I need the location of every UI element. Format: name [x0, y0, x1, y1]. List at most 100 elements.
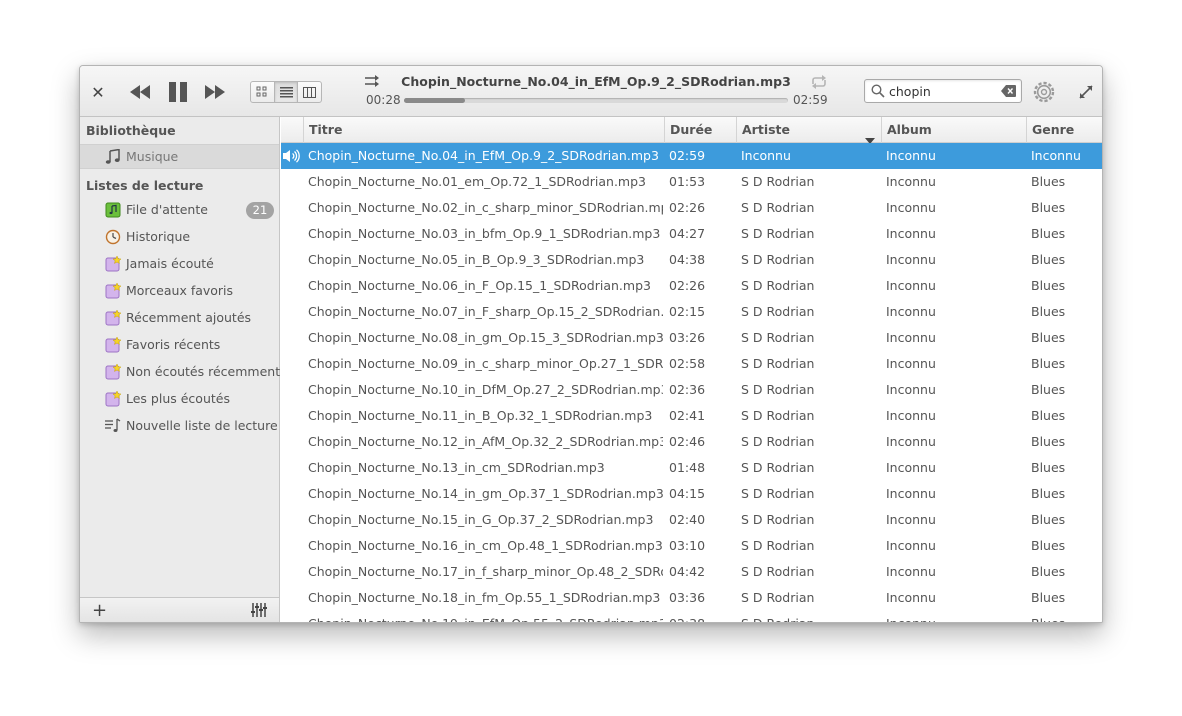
- column-header-genre[interactable]: Genre: [1026, 117, 1102, 143]
- track-title: Chopin_Nocturne_No.14_in_gm_Op.37_1_SDRo…: [308, 486, 663, 501]
- track-title: Chopin_Nocturne_No.16_in_cm_Op.48_1_SDRo…: [308, 538, 663, 553]
- seek-bar[interactable]: [404, 98, 788, 103]
- track-album: Inconnu: [886, 460, 936, 475]
- table-row[interactable]: Chopin_Nocturne_No.10_in_DfM_Op.27_2_SDR…: [281, 377, 1102, 403]
- sidebar-item-history[interactable]: Historique: [80, 225, 279, 250]
- sidebar-item-new-playlist[interactable]: Nouvelle liste de lecture: [80, 414, 279, 439]
- table-row[interactable]: Chopin_Nocturne_No.18_in_fm_Op.55_1_SDRo…: [281, 585, 1102, 611]
- playlists-heading: Listes de lecture: [86, 178, 204, 193]
- close-icon[interactable]: ✕: [86, 80, 110, 104]
- table-row[interactable]: Chopin_Nocturne_No.02_in_c_sharp_minor_S…: [281, 195, 1102, 221]
- pause-icon[interactable]: [164, 78, 192, 106]
- column-header-duration[interactable]: Durée: [664, 117, 736, 143]
- table-row[interactable]: Chopin_Nocturne_No.17_in_f_sharp_minor_O…: [281, 559, 1102, 585]
- smart-playlist-icon: [105, 363, 122, 380]
- headerbar: ✕ Chopin_Nocturne_No.04_in_EfM_Op.9_2_SD…: [80, 66, 1102, 117]
- row-status-cell: [281, 481, 303, 507]
- table-row[interactable]: Chopin_Nocturne_No.04_in_EfM_Op.9_2_SDRo…: [281, 143, 1102, 169]
- track-artist: S D Rodrian: [741, 538, 815, 553]
- track-duration: 03:10: [669, 538, 706, 553]
- track-album: Inconnu: [886, 356, 936, 371]
- track-album: Inconnu: [886, 512, 936, 527]
- sidebar-item-favorite-songs[interactable]: Morceaux favoris: [80, 279, 279, 304]
- track-list: Titre Durée Artiste Album Genre Chopin_N…: [281, 117, 1102, 622]
- table-row[interactable]: Chopin_Nocturne_No.03_in_bfm_Op.9_1_SDRo…: [281, 221, 1102, 247]
- column-header-title[interactable]: Titre: [303, 117, 665, 143]
- repeat-icon[interactable]: [809, 73, 829, 91]
- track-album: Inconnu: [886, 278, 936, 293]
- row-status-cell: [281, 247, 303, 273]
- track-title: Chopin_Nocturne_No.06_in_F_Op.15_1_SDRod…: [308, 278, 651, 293]
- track-duration: 01:53: [669, 174, 706, 189]
- track-duration: 04:27: [669, 226, 706, 241]
- table-row[interactable]: Chopin_Nocturne_No.13_in_cm_SDRodrian.mp…: [281, 455, 1102, 481]
- track-duration: 02:58: [669, 356, 706, 371]
- column-header-artist-label: Artiste: [742, 122, 790, 137]
- column-view-icon[interactable]: [298, 82, 321, 102]
- equalizer-icon[interactable]: [251, 603, 267, 620]
- smart-playlist-icon: [105, 390, 122, 407]
- track-artist: S D Rodrian: [741, 304, 815, 319]
- table-row[interactable]: Chopin_Nocturne_No.08_in_gm_Op.15_3_SDRo…: [281, 325, 1102, 351]
- track-genre: Blues: [1031, 330, 1066, 345]
- gear-icon[interactable]: [1031, 79, 1057, 105]
- queue-count-badge: 21: [246, 202, 274, 219]
- next-icon[interactable]: [201, 80, 229, 104]
- table-row[interactable]: Chopin_Nocturne_No.19_in_EfM_Op.55_2_SDR…: [281, 611, 1102, 622]
- smart-playlist-icon: [105, 255, 122, 272]
- column-header-artist[interactable]: Artiste: [736, 117, 881, 144]
- row-status-cell: [281, 273, 303, 299]
- sidebar-item-never-played[interactable]: Jamais écouté: [80, 252, 279, 277]
- track-artist: S D Rodrian: [741, 226, 815, 241]
- table-row[interactable]: Chopin_Nocturne_No.05_in_B_Op.9_3_SDRodr…: [281, 247, 1102, 273]
- search-icon: [871, 84, 885, 101]
- seek-bar-fill: [404, 98, 466, 103]
- search-input[interactable]: [889, 82, 997, 100]
- sidebar-item-label: Jamais écouté: [126, 256, 214, 271]
- shuffle-icon[interactable]: [362, 72, 382, 90]
- table-row[interactable]: Chopin_Nocturne_No.16_in_cm_Op.48_1_SDRo…: [281, 533, 1102, 559]
- sidebar-item-most-played[interactable]: Les plus écoutés: [80, 387, 279, 412]
- table-row[interactable]: Chopin_Nocturne_No.06_in_F_Op.15_1_SDRod…: [281, 273, 1102, 299]
- row-status-cell: [281, 403, 303, 429]
- sidebar-item-queue[interactable]: File d'attente 21: [80, 198, 279, 223]
- track-duration: 02:59: [669, 148, 706, 163]
- track-artist: S D Rodrian: [741, 356, 815, 371]
- fullscreen-icon[interactable]: [1075, 81, 1097, 103]
- table-row[interactable]: Chopin_Nocturne_No.14_in_gm_Op.37_1_SDRo…: [281, 481, 1102, 507]
- track-album: Inconnu: [886, 486, 936, 501]
- table-row[interactable]: Chopin_Nocturne_No.07_in_F_sharp_Op.15_2…: [281, 299, 1102, 325]
- table-row[interactable]: Chopin_Nocturne_No.09_in_c_sharp_minor_O…: [281, 351, 1102, 377]
- table-row[interactable]: Chopin_Nocturne_No.11_in_B_Op.32_1_SDRod…: [281, 403, 1102, 429]
- column-header-album[interactable]: Album: [881, 117, 1026, 143]
- table-row[interactable]: Chopin_Nocturne_No.12_in_AfM_Op.32_2_SDR…: [281, 429, 1102, 455]
- table-row[interactable]: Chopin_Nocturne_No.15_in_G_Op.37_2_SDRod…: [281, 507, 1102, 533]
- queue-icon: [105, 202, 121, 218]
- sidebar-item-recent-favorites[interactable]: Favoris récents: [80, 333, 279, 358]
- sidebar-item-music[interactable]: Musique: [80, 144, 279, 169]
- previous-icon[interactable]: [126, 80, 154, 104]
- track-genre: Blues: [1031, 356, 1066, 371]
- list-view-icon[interactable]: [274, 82, 299, 102]
- track-genre: Blues: [1031, 200, 1066, 215]
- grid-view-icon[interactable]: [251, 82, 275, 102]
- track-genre: Inconnu: [1031, 148, 1081, 163]
- track-artist: S D Rodrian: [741, 382, 815, 397]
- search-box: [864, 79, 1022, 103]
- sidebar-item-recently-added[interactable]: Récemment ajoutés: [80, 306, 279, 331]
- sidebar-item-not-recently-played[interactable]: Non écoutés récemment: [80, 360, 280, 385]
- table-row[interactable]: Chopin_Nocturne_No.01_em_Op.72_1_SDRodri…: [281, 169, 1102, 195]
- track-album: Inconnu: [886, 330, 936, 345]
- track-artist: S D Rodrian: [741, 200, 815, 215]
- row-status-cell: [281, 377, 303, 403]
- track-album: Inconnu: [886, 611, 1021, 622]
- track-album: Inconnu: [886, 434, 936, 449]
- smart-playlist-icon: [105, 336, 122, 353]
- smart-playlist-icon: [105, 282, 122, 299]
- add-icon[interactable]: +: [92, 600, 107, 621]
- track-duration: 04:15: [669, 486, 706, 501]
- column-header-icon[interactable]: [281, 117, 303, 143]
- clear-icon[interactable]: [1001, 85, 1016, 100]
- track-artist: S D Rodrian: [741, 460, 815, 475]
- elapsed-time: 00:28: [366, 93, 401, 107]
